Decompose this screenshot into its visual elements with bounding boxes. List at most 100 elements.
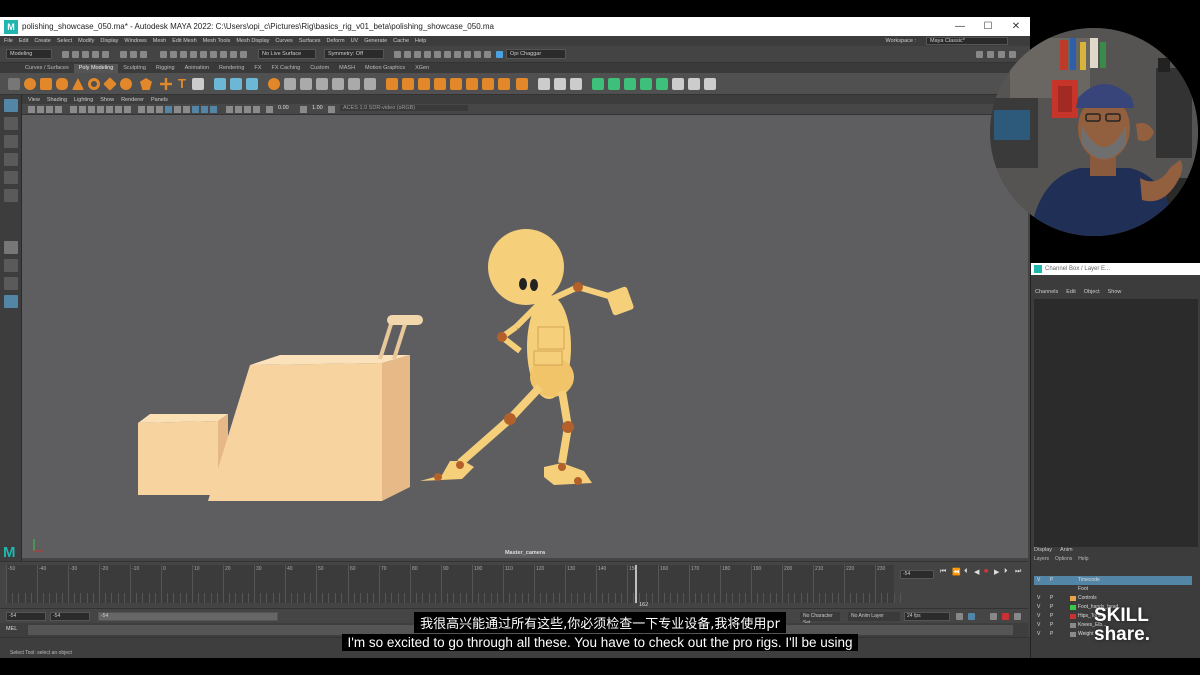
panel-menu-renderer[interactable]: Renderer <box>121 97 144 103</box>
anti-aliasing-icon[interactable] <box>210 106 217 113</box>
fill-hole-icon[interactable] <box>364 78 376 90</box>
menu-mesh-display[interactable]: Mesh Display <box>236 38 269 44</box>
backface-culling-icon[interactable] <box>253 106 260 113</box>
quad-draw-icon[interactable] <box>498 78 510 90</box>
smooth-shade-icon[interactable] <box>147 106 154 113</box>
gate-mask-icon[interactable] <box>97 106 104 113</box>
menu-modify[interactable]: Modify <box>78 38 94 44</box>
step-back-frame-icon[interactable]: ⏴ <box>964 568 968 576</box>
wireframe-icon[interactable] <box>138 106 145 113</box>
snap-view-icon[interactable] <box>190 51 197 58</box>
extract-icon[interactable] <box>300 78 312 90</box>
layer-color-swatch[interactable] <box>1070 587 1076 592</box>
film-gate-icon[interactable] <box>79 106 86 113</box>
open-scene-icon[interactable] <box>72 51 79 58</box>
color-management-icon[interactable] <box>328 106 335 113</box>
panel-menu-view[interactable]: View <box>28 97 40 103</box>
tool-settings-icon[interactable] <box>998 51 1005 58</box>
workspace-dropdown[interactable]: Maya Classic* <box>926 37 1008 45</box>
panel-menu-show[interactable]: Show <box>100 97 114 103</box>
field-chart-icon[interactable] <box>106 106 113 113</box>
perspective-viewport[interactable]: Master_camera <box>22 115 1028 558</box>
channel-menu-channels[interactable]: Channels <box>1035 289 1058 295</box>
shelf-tab-fx-caching[interactable]: FX Caching <box>266 64 305 73</box>
new-scene-icon[interactable] <box>62 51 69 58</box>
delete-edge-icon[interactable] <box>570 78 582 90</box>
menu-display[interactable]: Display <box>100 38 118 44</box>
use-lights-icon[interactable] <box>174 106 181 113</box>
layer-tab-anim[interactable]: Anim <box>1060 547 1073 553</box>
channel-box-body[interactable] <box>1034 299 1198 547</box>
current-frame-field[interactable]: -54 <box>900 570 934 579</box>
scale-tool-icon[interactable] <box>4 189 18 202</box>
redo-icon[interactable] <box>102 51 109 58</box>
stop-icon[interactable]: ■ <box>984 568 988 575</box>
maximize-button[interactable]: ☐ <box>974 17 1002 36</box>
select-hierarchy-icon[interactable] <box>120 51 127 58</box>
layer-tab-display[interactable]: Display <box>1034 547 1052 553</box>
snap-curve-icon[interactable] <box>170 51 177 58</box>
arnold-materials-icon[interactable] <box>484 51 491 58</box>
time-slider-track[interactable]: 162 -50 -40 -30 -20 -10 0 10 20 30 40 50 60 70 80 90 10… <box>6 565 901 608</box>
channel-menu-edit[interactable]: Edit <box>1066 289 1075 295</box>
ipr-render-icon[interactable] <box>404 51 411 58</box>
xray-joints-icon[interactable] <box>244 106 251 113</box>
bridge-icon[interactable] <box>402 78 414 90</box>
smooth-icon[interactable] <box>246 78 258 90</box>
shelf-tab-rendering[interactable]: Rendering <box>214 64 249 73</box>
shelf-tab-motion-graphics[interactable]: Motion Graphics <box>360 64 410 73</box>
arnold-render-icon[interactable] <box>454 51 461 58</box>
menu-mesh-tools[interactable]: Mesh Tools <box>203 38 231 44</box>
layer-color-swatch[interactable] <box>1070 605 1076 610</box>
exposure-icon[interactable] <box>266 106 273 113</box>
layout-uv-icon[interactable] <box>704 78 716 90</box>
close-button[interactable]: ✕ <box>1002 17 1030 36</box>
layer-row[interactable]: V P Timecode <box>1034 576 1192 585</box>
layer-visibility-toggle[interactable]: V <box>1037 594 1040 603</box>
grid-icon[interactable] <box>70 106 77 113</box>
target-weld-icon[interactable] <box>466 78 478 90</box>
large-box-prop[interactable] <box>208 315 423 501</box>
bookmark-icon[interactable] <box>46 106 53 113</box>
go-to-start-icon[interactable]: ⏮ <box>940 568 946 576</box>
layer-row[interactable]: Foot <box>1034 585 1192 594</box>
menu-surfaces[interactable]: Surfaces <box>299 38 321 44</box>
layer-menu-layers[interactable]: Layers <box>1034 556 1049 562</box>
xray-icon[interactable] <box>235 106 242 113</box>
layer-playback-toggle[interactable]: P <box>1050 594 1053 603</box>
checker-icon[interactable] <box>672 78 684 90</box>
shelf-tab-fx[interactable]: FX <box>249 64 266 73</box>
select-object-icon[interactable] <box>130 51 137 58</box>
shelf-tab-xgen[interactable]: XGen <box>410 64 434 73</box>
edge-loop-icon[interactable] <box>516 78 528 90</box>
menu-set-dropdown[interactable]: Modeling <box>6 49 52 59</box>
live-surface-field[interactable]: No Live Surface <box>258 49 316 59</box>
combine-icon[interactable] <box>214 78 226 90</box>
paint-select-tool-icon[interactable] <box>4 135 18 148</box>
shelf-tab-custom[interactable]: Custom <box>305 64 334 73</box>
reduce-icon[interactable] <box>316 78 328 90</box>
select-tool-icon[interactable] <box>4 99 18 112</box>
camera-attributes-icon[interactable] <box>37 106 44 113</box>
poly-plane-icon[interactable] <box>103 77 117 91</box>
undo-icon[interactable] <box>92 51 99 58</box>
attribute-editor-icon[interactable] <box>987 51 994 58</box>
menu-deform[interactable]: Deform <box>327 38 345 44</box>
menu-help[interactable]: Help <box>415 38 426 44</box>
layer-color-swatch[interactable] <box>1070 596 1076 601</box>
save-scene-icon[interactable] <box>82 51 89 58</box>
lasso-tool-icon[interactable] <box>4 117 18 130</box>
svg-icon[interactable] <box>192 78 204 90</box>
menu-edit[interactable]: Edit <box>19 38 28 44</box>
snap-edge-icon[interactable] <box>240 51 247 58</box>
safe-title-icon[interactable] <box>124 106 131 113</box>
motion-blur-icon[interactable] <box>201 106 208 113</box>
shelf-menu-icon[interactable] <box>8 78 20 90</box>
platonic-solid-icon[interactable] <box>140 78 152 90</box>
layer-menu-help[interactable]: Help <box>1078 556 1088 562</box>
render-setup-icon[interactable] <box>434 51 441 58</box>
retopologize-icon[interactable] <box>348 78 360 90</box>
snap-point-icon[interactable] <box>180 51 187 58</box>
snap-plane-icon[interactable] <box>210 51 217 58</box>
stick-character-rig[interactable] <box>420 229 634 485</box>
